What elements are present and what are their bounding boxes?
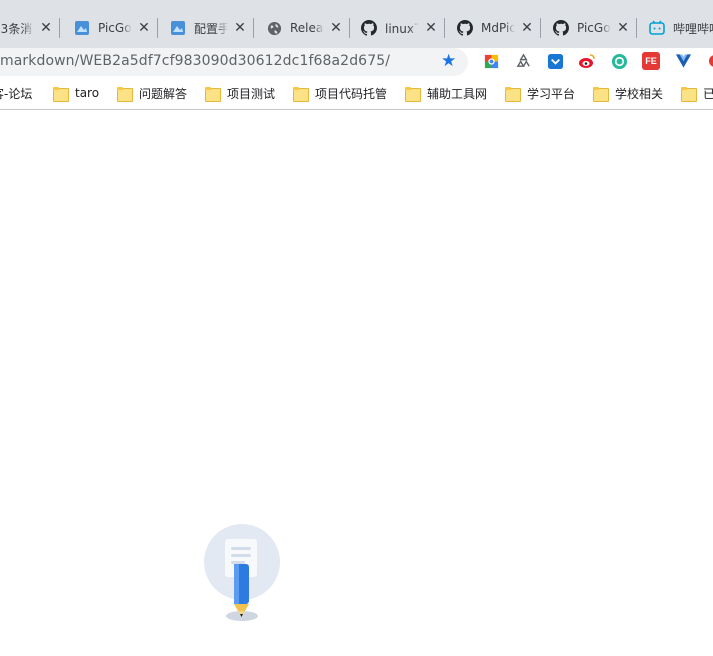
bookmarks-bar: 客-论坛 taro 问题解答 项目测试 项目代码托管 辅助工具网 学习平台 学校…	[0, 76, 713, 110]
folder-icon	[681, 86, 697, 102]
close-icon[interactable]: ✕	[423, 20, 439, 36]
tab-separator	[636, 18, 637, 38]
bookmark-folder-more[interactable]: 已	[681, 85, 713, 102]
vue-devtools-icon[interactable]	[674, 52, 692, 70]
folder-icon	[117, 86, 133, 102]
bookmark-folder-code[interactable]: 项目代码托管	[293, 85, 388, 102]
globe-icon	[266, 20, 282, 36]
close-icon[interactable]: ✕	[232, 20, 248, 36]
github-icon	[553, 20, 569, 36]
tab-separator	[540, 18, 541, 38]
bookmark-folder-qa[interactable]: 问题解答	[117, 85, 188, 102]
tab-title: 哔哩哔哩	[673, 21, 713, 36]
bookmark-item[interactable]: 客-论坛	[0, 85, 32, 101]
tab-title: Releases	[290, 21, 324, 35]
bookmark-label: 辅助工具网	[427, 86, 488, 101]
empty-state-illustration	[203, 523, 281, 623]
more-icon[interactable]	[704, 52, 713, 70]
bookmark-label: 客-论坛	[0, 86, 33, 101]
github-icon	[457, 20, 473, 36]
bookmark-folder-taro[interactable]: taro	[53, 85, 100, 102]
tab-title: MdPic	[481, 21, 515, 35]
bookmark-label: 学习平台	[527, 86, 576, 101]
bookmark-folder-test[interactable]: 项目测试	[205, 85, 276, 102]
toolbar: markdown/WEB2a5df7cf983090d30612dc1f68a2…	[0, 48, 713, 76]
picgo-icon	[74, 20, 90, 36]
tab-separator	[253, 18, 254, 38]
sync-icon[interactable]	[610, 52, 628, 70]
tab-separator	[157, 18, 158, 38]
tab-picgo-1[interactable]: PicGo ✕	[66, 8, 158, 48]
tab-title: PicGo	[98, 21, 132, 35]
weibo-icon[interactable]	[578, 52, 596, 70]
tab-bilibili[interactable]: 哔哩哔哩	[641, 8, 713, 48]
tab-linux[interactable]: linux下 ✕	[353, 8, 445, 48]
tab-strip: (3条消息) ✕ PicGo ✕ 配置手册 ✕ Releases ✕ linux…	[0, 0, 713, 48]
pocket-icon[interactable]	[546, 52, 564, 70]
close-icon[interactable]: ✕	[136, 20, 152, 36]
tab-mdpic[interactable]: MdPic ✕	[449, 8, 541, 48]
tab-picgo-2[interactable]: PicGo ✕	[545, 8, 637, 48]
bookmark-label: 学校相关	[615, 86, 664, 101]
document-pencil-icon	[204, 524, 280, 621]
picgo-icon	[170, 20, 186, 36]
bilibili-icon	[649, 20, 665, 36]
recycle-icon[interactable]	[514, 52, 532, 70]
folder-icon	[53, 86, 69, 102]
tab-title: 配置手册	[194, 21, 228, 36]
tab-title: linux下	[385, 21, 419, 36]
bookmark-folder-tools[interactable]: 辅助工具网	[405, 85, 488, 102]
folder-icon	[293, 86, 309, 102]
close-icon[interactable]: ✕	[38, 20, 54, 36]
tab-separator	[349, 18, 350, 38]
google-apps-icon[interactable]	[482, 52, 500, 70]
fe-icon[interactable]: FE	[642, 52, 660, 70]
address-bar[interactable]: markdown/WEB2a5df7cf983090d30612dc1f68a2…	[0, 48, 468, 76]
github-icon	[361, 20, 377, 36]
tab-separator	[59, 18, 60, 38]
folder-icon	[405, 86, 421, 102]
folder-icon	[593, 86, 609, 102]
folder-icon	[505, 86, 521, 102]
tab-config[interactable]: 配置手册 ✕	[162, 8, 254, 48]
tab-title: PicGo	[577, 21, 611, 35]
tab-csdn[interactable]: (3条消息) ✕	[0, 8, 60, 48]
bookmark-folder-learn[interactable]: 学习平台	[505, 85, 576, 102]
close-icon[interactable]: ✕	[615, 20, 631, 36]
bookmark-folder-school[interactable]: 学校相关	[593, 85, 664, 102]
bookmark-label: 项目代码托管	[315, 86, 388, 101]
bookmark-star-icon[interactable]: ★	[441, 51, 456, 71]
tab-releases[interactable]: Releases ✕	[258, 8, 350, 48]
tab-title: (3条消息)	[0, 21, 34, 36]
close-icon[interactable]: ✕	[519, 20, 535, 36]
bookmark-label: 问题解答	[139, 86, 188, 101]
bookmark-label: taro	[75, 86, 100, 100]
close-icon[interactable]: ✕	[328, 20, 344, 36]
folder-icon	[205, 86, 221, 102]
bookmark-label: 已	[703, 85, 713, 102]
address-url[interactable]: markdown/WEB2a5df7cf983090d30612dc1f68a2…	[0, 53, 390, 69]
bookmark-label: 项目测试	[227, 86, 276, 101]
tab-separator	[444, 18, 445, 38]
